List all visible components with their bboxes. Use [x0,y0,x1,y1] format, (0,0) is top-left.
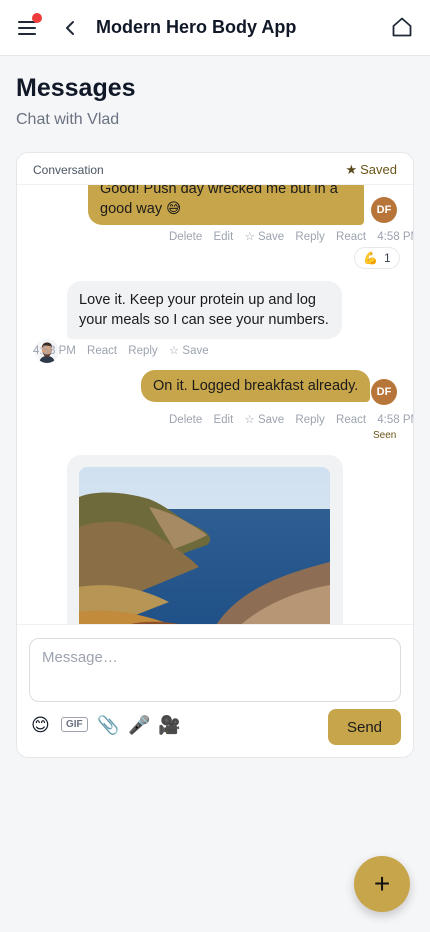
saved-toggle[interactable]: ★ Saved [345,162,397,178]
reply-link[interactable]: Reply [295,414,324,426]
microphone-icon[interactable]: 🎤 [128,715,150,736]
seen-status: Seen [373,430,397,441]
react-link[interactable]: React [336,414,366,426]
emoji-icon[interactable]: 😊 [31,715,50,736]
star-icon: ★ [345,162,358,177]
message-thread[interactable]: Good! Push day wrecked me but in a good … [17,185,413,624]
avatar-df: DF [371,379,397,405]
edit-link[interactable]: Edit [213,231,233,243]
page-title: Messages [16,74,136,102]
react-link[interactable]: React [87,345,117,357]
message-time: 4:58 PM [377,231,413,243]
video-camera-icon[interactable]: 🎥 [158,715,180,736]
paperclip-icon[interactable]: 📎 [97,715,119,736]
top-bar: Modern Hero Body App [0,0,430,56]
edit-link[interactable]: Edit [213,414,233,426]
composer: 😊 GIF 📎 🎤 🎥 Send [17,624,413,757]
message-text: Love it. Keep your protein up and log [79,292,316,308]
flexed-biceps-icon: 💪 [363,251,378,265]
conversation-card: Conversation ★ Saved Good! Push day wreck… [16,152,414,758]
save-link[interactable]: ☆ Save [244,414,284,426]
page-subtitle: Chat with Vlad [16,111,120,128]
delete-link[interactable]: Delete [169,414,202,426]
message-bubble-incoming[interactable]: Love it. Keep your protein up and log yo… [67,281,342,339]
message-text: On it. Logged breakfast already. [153,378,359,394]
send-button[interactable]: Send [328,709,401,745]
conversation-label: Conversation [33,163,104,177]
message-time: 4:58 PM [33,345,76,357]
message-time: 4:58 PM [377,414,413,426]
delete-link[interactable]: Delete [169,231,202,243]
back-icon[interactable] [60,16,80,40]
message-text: Good! Push day wrecked me but in a [100,185,338,197]
message-input[interactable] [29,638,401,702]
message-text: good way 😅 [100,201,182,217]
message-bubble-outgoing[interactable]: On it. Logged breakfast already. [141,370,371,402]
avatar-df: DF [371,197,397,223]
message-actions: Delete Edit ☆ Save Reply React 4:58 PM [169,412,413,426]
message-actions: Delete Edit ☆ Save Reply React 4:58 PM [169,229,413,243]
coastline-photo[interactable] [79,467,330,624]
app-title: Modern Hero Body App [96,17,297,37]
reply-link[interactable]: Reply [295,231,324,243]
reply-link[interactable]: Reply [128,345,157,357]
message-text: your meals so I can see your numbers. [79,312,329,328]
reaction-count: 1 [383,251,391,265]
image-message[interactable] [67,455,343,624]
conversation-header: Conversation ★ Saved [17,153,413,185]
message-actions: 4:58 PM React Reply ☆ Save [33,343,209,357]
save-link[interactable]: ☆ Save [244,231,284,243]
reaction-chip[interactable]: 💪 1 [354,247,400,269]
add-fab-button[interactable]: + [354,856,410,912]
react-link[interactable]: React [336,231,366,243]
home-icon[interactable] [390,15,414,39]
notification-dot [32,13,42,23]
save-link[interactable]: ☆ Save [169,345,209,357]
gif-button[interactable]: GIF [61,717,88,732]
message-bubble-outgoing[interactable]: Good! Push day wrecked me but in a good … [88,185,364,225]
